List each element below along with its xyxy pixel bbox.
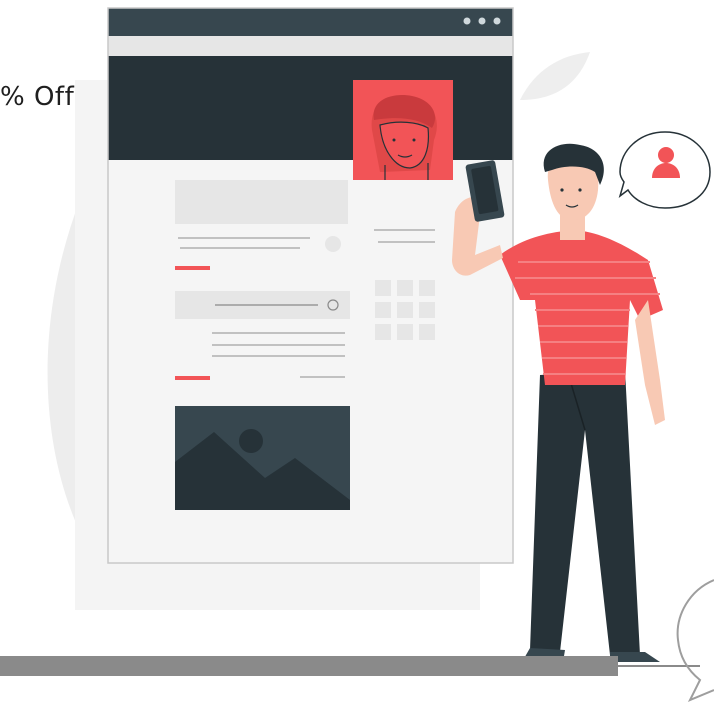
website-illustration	[0, 7, 714, 702]
outline-bubble-icon	[676, 579, 714, 702]
address-bar	[108, 36, 513, 56]
speech-bubble-icon	[618, 131, 711, 209]
small-leaf-icon	[520, 52, 590, 100]
ground-line	[0, 656, 618, 676]
title-placeholder	[175, 180, 348, 224]
image-placeholder-icon	[175, 406, 350, 510]
accent-underline-1	[175, 266, 210, 270]
browser-dots-icon	[463, 17, 501, 25]
thumbnail-grid	[375, 280, 435, 340]
accent-underline-2	[175, 376, 210, 380]
profile-photo-icon	[353, 80, 453, 180]
sun-icon	[239, 429, 263, 453]
